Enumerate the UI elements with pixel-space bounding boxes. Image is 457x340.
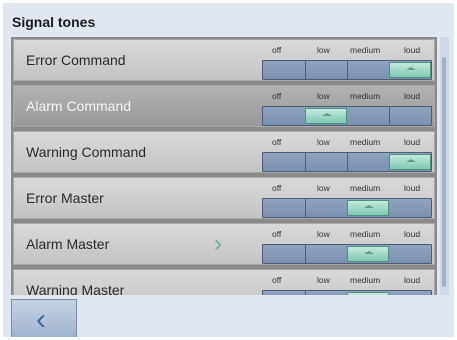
level-label-loud: loud bbox=[404, 183, 421, 193]
level-label-loud: loud bbox=[404, 229, 421, 239]
level-label-off: off bbox=[272, 91, 282, 101]
scrollbar-thumb[interactable] bbox=[442, 57, 446, 287]
signal-tone-row[interactable]: Error Master off low medium loud bbox=[13, 177, 435, 219]
row-label: Alarm Master bbox=[26, 236, 110, 252]
level-label-off: off bbox=[272, 137, 282, 147]
level-slider[interactable] bbox=[262, 60, 432, 80]
level-label-loud: loud bbox=[404, 137, 421, 147]
level-label-off: off bbox=[272, 183, 282, 193]
slider-segment-divider bbox=[347, 61, 348, 79]
signal-tones-screen: Signal tones Error Command off low medium lo… bbox=[3, 3, 454, 337]
row-label: Warning Command bbox=[26, 144, 147, 160]
level-label-loud: loud bbox=[404, 91, 421, 101]
row-label: Warning Master bbox=[26, 282, 125, 295]
slider-segment-divider bbox=[305, 153, 306, 171]
level-label-low: low bbox=[317, 137, 330, 147]
level-slider[interactable] bbox=[262, 152, 432, 172]
level-label-medium: medium bbox=[350, 45, 381, 55]
level-label-off: off bbox=[272, 45, 282, 55]
slider-segment-divider bbox=[305, 291, 306, 295]
level-slider[interactable] bbox=[262, 106, 432, 126]
level-slider[interactable] bbox=[262, 198, 432, 218]
level-label-off: off bbox=[272, 275, 282, 285]
level-label-low: low bbox=[317, 229, 330, 239]
row-label: Error Command bbox=[26, 52, 126, 68]
slider-thumb[interactable] bbox=[389, 154, 431, 170]
thumb-grip-icon bbox=[406, 159, 416, 162]
signal-tone-row[interactable]: Warning Command off low medium loud bbox=[13, 131, 435, 173]
level-label-medium: medium bbox=[350, 183, 381, 193]
back-button[interactable]: ‹ bbox=[11, 299, 77, 337]
signal-tone-row[interactable]: Alarm Command off low medium loud bbox=[13, 85, 435, 127]
level-label-medium: medium bbox=[350, 275, 381, 285]
level-label-low: low bbox=[317, 91, 330, 101]
thumb-grip-icon bbox=[322, 113, 332, 116]
level-label-low: low bbox=[317, 183, 330, 193]
slider-segment-divider bbox=[305, 245, 306, 263]
scrollbar[interactable] bbox=[440, 37, 449, 295]
slider-thumb[interactable] bbox=[347, 292, 389, 295]
level-label-medium: medium bbox=[350, 229, 381, 239]
level-label-loud: loud bbox=[404, 275, 421, 285]
signal-tone-row[interactable]: Warning Master off low medium loud bbox=[13, 269, 435, 295]
signal-tone-row[interactable]: Alarm Master › off low medium loud bbox=[13, 223, 435, 265]
slider-segment-divider bbox=[347, 153, 348, 171]
level-label-off: off bbox=[272, 229, 282, 239]
slider-thumb[interactable] bbox=[347, 246, 389, 262]
slider-thumb[interactable] bbox=[305, 108, 347, 124]
slider-thumb[interactable] bbox=[347, 200, 389, 216]
level-label-medium: medium bbox=[350, 137, 381, 147]
level-label-loud: loud bbox=[404, 45, 421, 55]
level-label-medium: medium bbox=[350, 91, 381, 101]
row-label: Alarm Command bbox=[26, 98, 132, 114]
chevron-right-icon[interactable]: › bbox=[214, 232, 222, 256]
slider-segment-divider bbox=[389, 107, 390, 125]
chevron-left-icon: ‹ bbox=[36, 303, 46, 336]
level-slider[interactable] bbox=[262, 244, 432, 264]
thumb-grip-icon bbox=[364, 251, 374, 254]
thumb-grip-icon bbox=[406, 67, 416, 70]
slider-segment-divider bbox=[305, 61, 306, 79]
signal-tone-row[interactable]: Error Command off low medium loud bbox=[13, 39, 435, 81]
thumb-grip-icon bbox=[364, 205, 374, 208]
level-slider[interactable] bbox=[262, 290, 432, 295]
level-label-low: low bbox=[317, 275, 330, 285]
signal-tones-list: Error Command off low medium loud Alarm Comma… bbox=[11, 37, 437, 295]
level-label-low: low bbox=[317, 45, 330, 55]
row-label: Error Master bbox=[26, 190, 104, 206]
slider-thumb[interactable] bbox=[389, 62, 431, 78]
slider-segment-divider bbox=[305, 199, 306, 217]
page-title: Signal tones bbox=[12, 14, 96, 30]
